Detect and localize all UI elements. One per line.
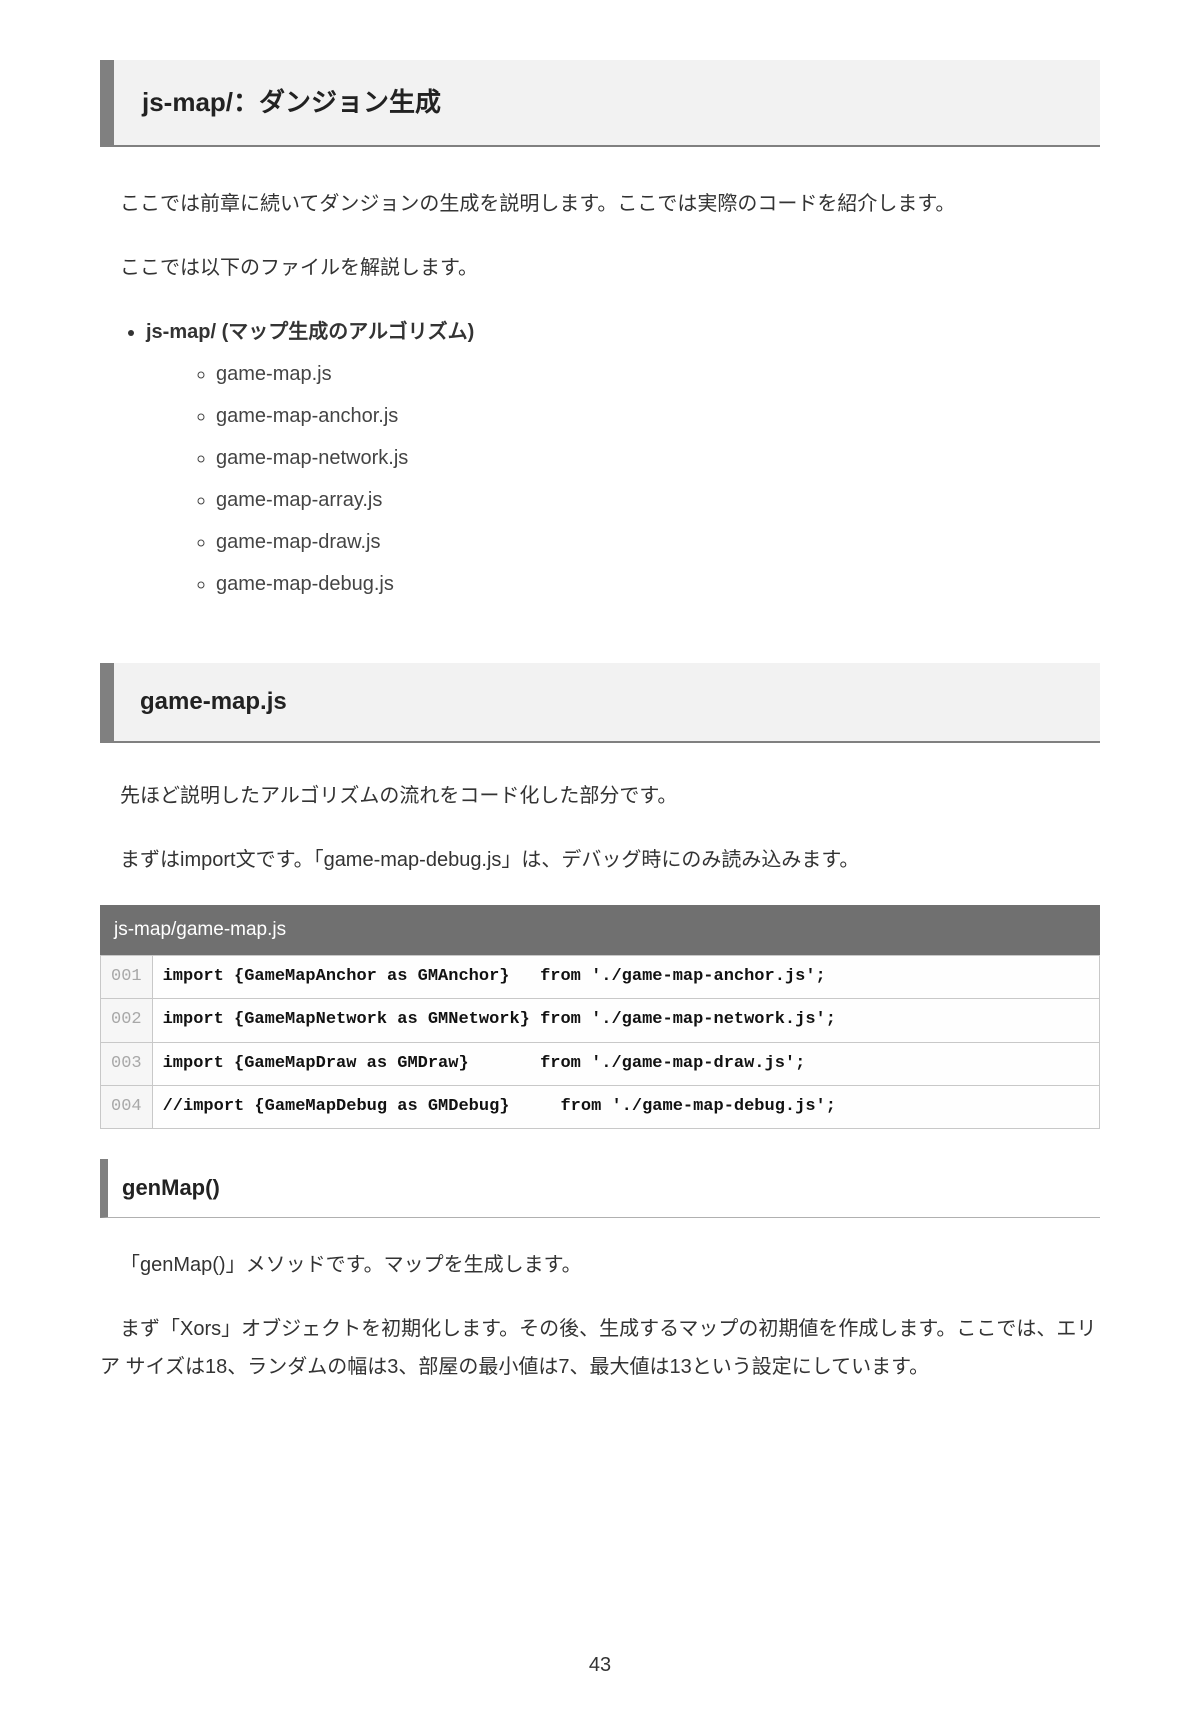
section3-paragraph-1: 「genMap()」メソッドです。マップを生成します。: [100, 1246, 1100, 1284]
files-inner-list: game-map.js game-map-anchor.js game-map-…: [216, 355, 1100, 603]
code-block: 001 import {GameMapAnchor as GMAnchor} f…: [100, 955, 1100, 1129]
code-content: import {GameMapDraw as GMDraw} from './g…: [152, 1042, 1099, 1085]
file-item: game-map-anchor.js: [216, 397, 1100, 435]
code-content: //import {GameMapDebug as GMDebug} from …: [152, 1085, 1099, 1128]
section2-paragraph-2: まずはimport文です。「game-map-debug.js」は、デバッグ時に…: [100, 841, 1100, 879]
file-item: game-map-array.js: [216, 481, 1100, 519]
files-list: js-map/ (マップ生成のアルゴリズム) game-map.js game-…: [146, 313, 1100, 603]
file-item: game-map.js: [216, 355, 1100, 393]
file-item: game-map-network.js: [216, 439, 1100, 477]
section-title-jsmap: js-map/：ダンジョン生成: [100, 60, 1100, 147]
code-line: 003 import {GameMapDraw as GMDraw} from …: [101, 1042, 1100, 1085]
line-number: 003: [101, 1042, 153, 1085]
section-title-text: js-map/：ダンジョン生成: [142, 78, 1072, 127]
files-header-item: js-map/ (マップ生成のアルゴリズム) game-map.js game-…: [146, 313, 1100, 603]
line-number: 004: [101, 1085, 153, 1128]
subsection-gamemap: game-map.js: [100, 663, 1100, 743]
code-filename-bar: js-map/game-map.js: [100, 905, 1100, 955]
file-item: game-map-debug.js: [216, 565, 1100, 603]
code-line: 001 import {GameMapAnchor as GMAnchor} f…: [101, 956, 1100, 999]
h3-title-text: genMap(): [122, 1167, 1086, 1209]
code-content: import {GameMapNetwork as GMNetwork} fro…: [152, 999, 1099, 1042]
code-content: import {GameMapAnchor as GMAnchor} from …: [152, 956, 1099, 999]
code-line: 002 import {GameMapNetwork as GMNetwork}…: [101, 999, 1100, 1042]
files-header-text: js-map/ (マップ生成のアルゴリズム): [146, 321, 474, 343]
section2-paragraph-1: 先ほど説明したアルゴリズムの流れをコード化した部分です。: [100, 777, 1100, 815]
line-number: 001: [101, 956, 153, 999]
intro-paragraph-2: ここでは以下のファイルを解説します。: [100, 249, 1100, 287]
h3-genmap: genMap(): [100, 1159, 1100, 1218]
line-number: 002: [101, 999, 153, 1042]
subsection-title-text: game-map.js: [140, 679, 1074, 725]
intro-paragraph-1: ここでは前章に続いてダンジョンの生成を説明します。ここでは実際のコードを紹介しま…: [100, 185, 1100, 223]
section3-paragraph-2: まず「Xors」オブジェクトを初期化します。その後、生成するマップの初期値を作成…: [100, 1310, 1100, 1386]
code-line: 004 //import {GameMapDebug as GMDebug} f…: [101, 1085, 1100, 1128]
page-number: 43: [100, 1646, 1100, 1684]
file-item: game-map-draw.js: [216, 523, 1100, 561]
